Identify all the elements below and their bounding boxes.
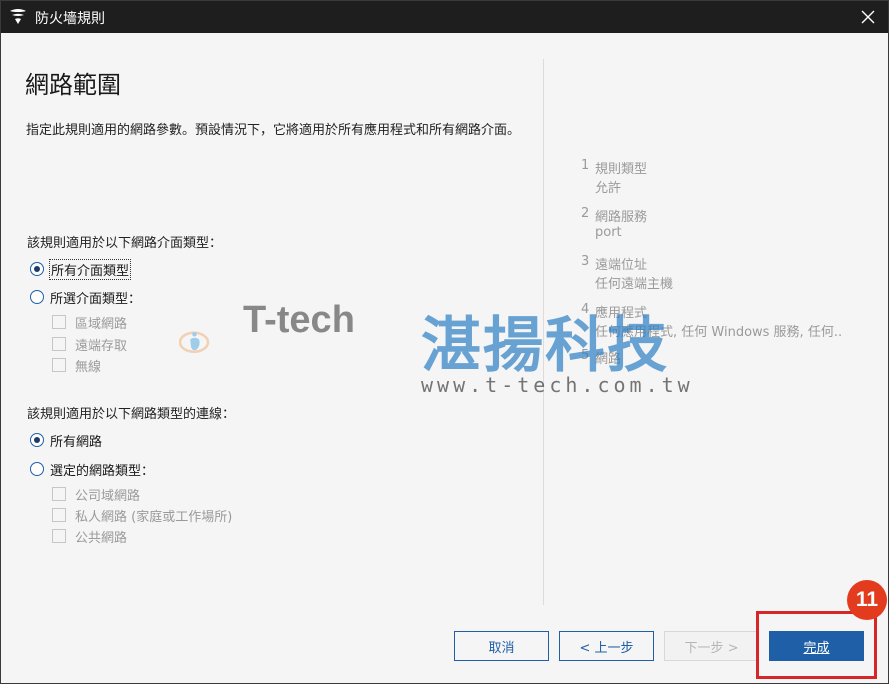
- checkbox-public-network-label: 公共網路: [75, 530, 128, 546]
- checkbox-box[interactable]: [52, 508, 66, 522]
- watermark-brand: T-tech: [243, 299, 355, 341]
- close-icon[interactable]: [856, 5, 880, 29]
- checkbox-box[interactable]: [52, 337, 66, 351]
- step-number: 1: [581, 158, 590, 173]
- checkbox-remote-access-label: 遠端存取: [75, 338, 128, 354]
- network-section-label: 該規則適用於以下網路類型的連線：: [27, 407, 236, 422]
- radio-all-networks[interactable]: 所有網路: [30, 430, 102, 450]
- page-description: 指定此規則適用的網路參數。預設情況下，它將適用於所有應用程式和所有網路介面。: [26, 123, 521, 138]
- step-name: 遠端位址: [595, 258, 648, 273]
- checkbox-box[interactable]: [52, 487, 66, 501]
- radio-checked-icon[interactable]: [30, 262, 44, 276]
- checkbox-lan[interactable]: 區域網路: [52, 313, 128, 332]
- finish-highlight-box: [756, 611, 877, 679]
- step-name: 規則類型: [595, 162, 648, 177]
- step-badge: 11: [847, 580, 887, 620]
- radio-checked-icon[interactable]: [30, 433, 44, 447]
- next-button[interactable]: 下一步 >: [664, 631, 759, 661]
- radio-selected-networks[interactable]: 選定的網路類型：: [30, 459, 154, 479]
- checkbox-remote-access[interactable]: 遠端存取: [52, 335, 128, 354]
- radio-unchecked-icon[interactable]: [30, 462, 44, 476]
- checkbox-private-network[interactable]: 私人網路 (家庭或工作場所): [52, 506, 233, 525]
- radio-all-networks-label[interactable]: 所有網路: [50, 431, 102, 450]
- title-bar: 防火墻規則: [1, 1, 888, 33]
- radio-all-interfaces-label[interactable]: 所有介面類型: [48, 258, 132, 280]
- cancel-button[interactable]: 取消: [454, 631, 549, 661]
- radio-selected-interfaces[interactable]: 所選介面類型：: [30, 287, 141, 307]
- checkbox-wireless[interactable]: 無線: [52, 356, 102, 375]
- checkbox-box[interactable]: [52, 358, 66, 372]
- radio-all-interfaces[interactable]: 所有介面類型: [30, 258, 132, 280]
- firewall-rule-window: 防火墻規則 網路範圍 指定此規則適用的網路參數。預設情況下，它將適用於所有應用程…: [0, 0, 889, 684]
- checkbox-domain-network-label: 公司域網路: [75, 488, 141, 504]
- radio-unchecked-icon[interactable]: [30, 290, 44, 304]
- shield-logo-icon: [10, 9, 26, 24]
- radio-selected-networks-label[interactable]: 選定的網路類型：: [50, 460, 154, 479]
- watermark-url: www.t-tech.com.tw: [421, 373, 694, 397]
- step-name: 網路服務: [595, 210, 648, 225]
- checkbox-private-network-label: 私人網路 (家庭或工作場所): [75, 509, 233, 525]
- step-value: port: [595, 225, 622, 240]
- watermark-chinese: 湛揚科技: [421, 311, 669, 381]
- window-title: 防火墻規則: [35, 11, 105, 27]
- interface-section-label: 該規則適用於以下網路介面類型：: [27, 236, 223, 251]
- checkbox-wireless-label: 無線: [75, 359, 102, 375]
- checkbox-lan-label: 區域網路: [75, 316, 128, 332]
- radio-selected-interfaces-label[interactable]: 所選介面類型：: [50, 288, 141, 307]
- back-button[interactable]: < 上一步: [559, 631, 654, 661]
- step-number: 3: [581, 254, 590, 269]
- checkbox-public-network[interactable]: 公共網路: [52, 527, 128, 546]
- step-value: 任何遠端主機: [595, 277, 674, 292]
- checkbox-box[interactable]: [52, 315, 66, 329]
- step-number: 2: [581, 206, 590, 221]
- step-value: 允許: [595, 181, 622, 196]
- checkbox-domain-network[interactable]: 公司域網路: [52, 485, 141, 504]
- checkbox-box[interactable]: [52, 529, 66, 543]
- page-title: 網路範圍: [25, 71, 121, 99]
